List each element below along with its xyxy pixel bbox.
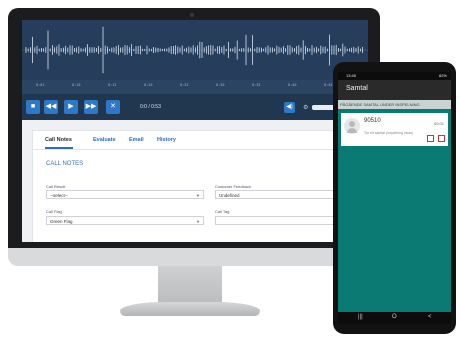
monitor-chin	[8, 248, 380, 266]
play-button[interactable]: ▶	[64, 100, 78, 114]
customer-feedback-value: Undefined	[219, 193, 240, 198]
status-time: 13:45	[346, 73, 357, 78]
timeline-tick: 0:45	[324, 83, 333, 87]
audio-waveform[interactable]	[22, 20, 368, 80]
hangup-icon[interactable]	[438, 135, 445, 142]
notes-card: Call Notes Evaluate Email History CALL N…	[32, 130, 364, 242]
stop-button[interactable]: ■	[26, 100, 40, 114]
call-number: 90510	[364, 118, 381, 124]
active-tab-indicator	[45, 147, 73, 149]
tab-history[interactable]: History	[157, 137, 176, 143]
volume-icon[interactable]: ◀)	[284, 102, 295, 113]
record-toggle-icon[interactable]	[427, 135, 434, 142]
call-result-select[interactable]: --select-- ▼	[46, 190, 204, 199]
tab-email[interactable]: Email	[129, 137, 144, 143]
app-title: Samtal	[346, 85, 368, 92]
settings-icon[interactable]: ⚙	[303, 104, 308, 111]
timeline-tick: 0:10	[72, 83, 81, 87]
forward-button[interactable]: ▶▶	[84, 100, 98, 114]
phone-screen: 13:45 82% Samtal PÅGÅENDE SAMTAL UNDER I…	[338, 72, 451, 324]
call-result-value: --select--	[50, 193, 68, 198]
rewind-button[interactable]: ◀◀	[44, 100, 58, 114]
call-flag-label: Call Flag	[46, 209, 62, 214]
timeline-tick: 0:13	[108, 83, 117, 87]
recording-banner-text: PÅGÅENDE SAMTAL UNDER INSPELNING	[340, 102, 420, 107]
call-tag-label: Call Tag	[215, 209, 230, 214]
notes-panel: Call Notes Evaluate Email History CALL N…	[22, 120, 368, 242]
timeline-tick: 0:20	[144, 83, 153, 87]
battery-status: 82%	[438, 73, 447, 78]
chevron-down-icon: ▼	[196, 193, 200, 198]
call-subtitle: Tar ett samtal (inspelning visas)	[364, 131, 414, 135]
status-bar: 13:45 82%	[338, 72, 451, 80]
home-icon[interactable]: O	[392, 314, 397, 320]
back-icon[interactable]: <	[428, 314, 432, 320]
section-title: CALL NOTES	[46, 161, 84, 167]
tab-call-notes[interactable]: Call Notes	[45, 137, 72, 143]
monitor-screen: 0:01 0:10 0:13 0:20 0:25 0:30 0:35 0:40 …	[22, 20, 368, 242]
call-flag-select[interactable]: Green Flag ▼	[46, 216, 204, 225]
call-result-label: Call Result	[46, 184, 66, 189]
recent-apps-icon[interactable]: |||	[358, 314, 363, 320]
timeline-tick: 0:40	[288, 83, 297, 87]
waveform-graphic	[22, 26, 368, 74]
time-readout: 0:0 / 0:53	[140, 104, 161, 110]
chevron-down-icon: ▼	[196, 219, 200, 224]
smartphone: 13:45 82% Samtal PÅGÅENDE SAMTAL UNDER I…	[333, 62, 456, 334]
android-nav-bar: ||| O <	[338, 312, 451, 324]
tab-bar: Call Notes Evaluate Email History	[33, 131, 363, 150]
timeline-ruler[interactable]: 0:01 0:10 0:13 0:20 0:25 0:30 0:35 0:40 …	[22, 80, 368, 94]
timeline-tick: 0:25	[180, 83, 189, 87]
monitor-stand-base	[120, 302, 260, 316]
timeline-tick: 0:01	[36, 83, 45, 87]
timeline-tick: 0:35	[252, 83, 261, 87]
desktop-monitor: 0:01 0:10 0:13 0:20 0:25 0:30 0:35 0:40 …	[8, 8, 380, 264]
call-duration: 00:01	[433, 121, 444, 126]
webcam-dot	[190, 13, 194, 17]
customer-feedback-label: Customer Feedback	[215, 184, 252, 189]
timeline-tick: 0:30	[216, 83, 225, 87]
playback-controls: ■ ◀◀ ▶ ▶▶ ✕ 0:0 / 0:53 ◀) ⚙	[22, 94, 368, 120]
active-call-card[interactable]: 90510 Tar ett samtal (inspelning visas) …	[341, 113, 448, 146]
avatar	[344, 118, 360, 134]
tab-evaluate[interactable]: Evaluate	[93, 137, 116, 143]
app-bar: Samtal	[338, 80, 451, 100]
recording-banner: PÅGÅENDE SAMTAL UNDER INSPELNING	[338, 100, 451, 109]
call-flag-value: Green Flag	[50, 219, 73, 224]
close-button[interactable]: ✕	[106, 100, 120, 114]
